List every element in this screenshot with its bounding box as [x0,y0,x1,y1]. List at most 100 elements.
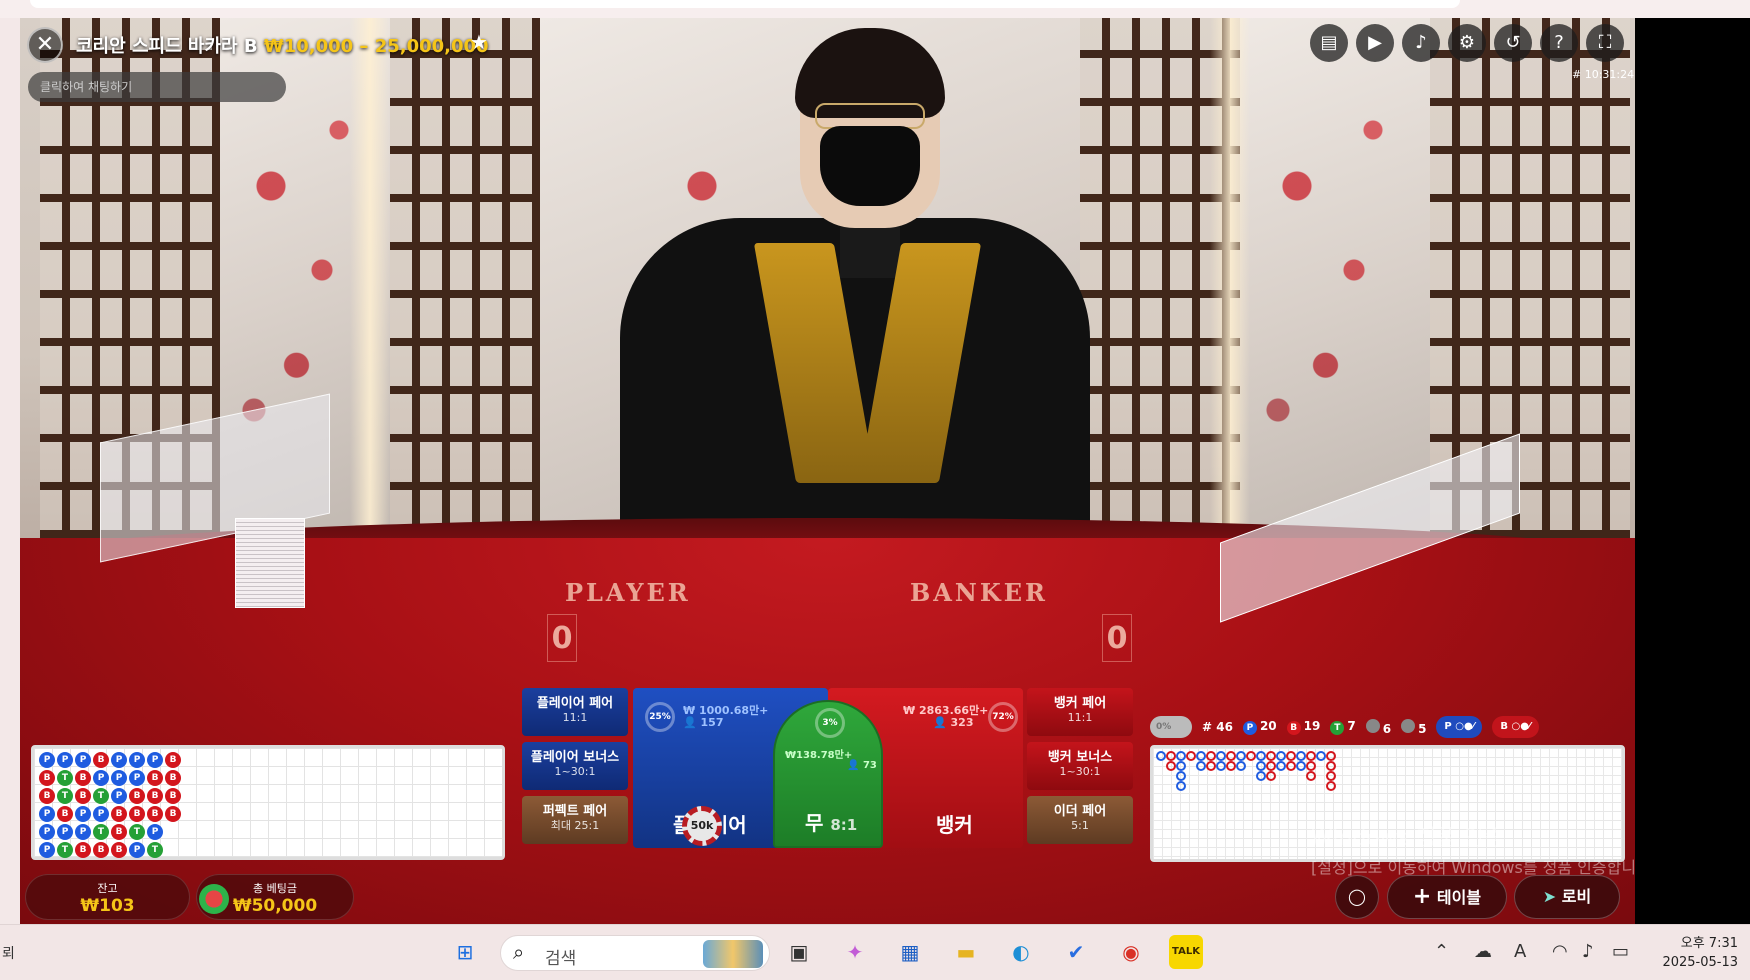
big-road-mark [1326,781,1336,791]
task-view-icon[interactable]: ▣ [782,935,816,969]
banker-bonus-bet[interactable]: 뱅커 보너스 1~30:1 [1027,742,1133,790]
clock-time: 오후 7:31 [1680,936,1738,951]
bead-road-cell: P [129,752,145,768]
chat-icon[interactable]: ▤ [1310,24,1348,62]
bead-road-cell: T [129,824,145,840]
bead-road-cell: T [57,842,73,858]
bead-road-cell: B [111,824,127,840]
todo-icon[interactable]: ✔ [1059,935,1093,969]
player-dot-icon: P [1242,721,1257,735]
round-count: # 46 [1202,720,1233,734]
fullscreen-icon[interactable]: ⛶ [1586,24,1624,62]
road-toggle[interactable]: 0% [1150,716,1192,738]
felt-banker-word: BANKER [910,578,1048,607]
tie-bet-label: 무 8:1 [805,807,857,836]
bead-road-cell: P [39,824,55,840]
copilot-icon[interactable]: ✦ [838,935,872,969]
file-explorer-icon[interactable]: ▬ [949,935,983,969]
bead-road-cell: P [93,806,109,822]
either-pair-bet[interactable]: 이더 페어 5:1 [1027,796,1133,844]
activation-watermark-title: Windows 정품 인증 [1311,826,1505,851]
bead-road-cell: T [93,788,109,804]
chat-bubble-button[interactable]: ◯ [1335,875,1379,919]
tray-chevron-icon[interactable]: ⌃ [1434,941,1449,962]
chrome-icon[interactable]: ◉ [1114,935,1148,969]
chat-input[interactable]: 클릭하여 채팅하기 [28,72,286,102]
bead-road-cell: P [129,770,145,786]
dealer-mask [820,126,920,206]
big-road-mark [1216,751,1226,761]
big-road-mark [1296,751,1306,761]
tie-bet-count-value: 73 [862,760,877,771]
taskbar-search[interactable]: ⌕ 검색 [500,935,770,971]
lobby-button[interactable]: ➤ 로비 [1514,875,1620,919]
bead-road-cell: B [165,752,181,768]
bead-road-cell: B [129,788,145,804]
tie-bet-amount: ₩138.78만+ [785,750,853,761]
bead-road-cell: T [147,842,163,858]
big-road-mark [1306,751,1316,761]
player-predict-button[interactable]: P ○●⁄ [1436,716,1483,738]
bead-road-cell: B [111,842,127,858]
light-strip [1210,18,1250,578]
taskbar-clock[interactable]: 오후 7:31 2025-05-13 [1650,934,1738,972]
bead-road-cell: P [111,788,127,804]
start-icon[interactable]: ⊞ [448,935,482,969]
settings-icon[interactable]: ⚙ [1448,24,1486,62]
big-road-mark [1306,761,1316,771]
banker-percent: 72% [988,702,1018,732]
banker-bet-label: 뱅커 [936,813,973,837]
player-bet-count: 👤 157 [683,716,724,729]
banker-bonus-label: 뱅커 보너스 [1047,750,1113,765]
plus-icon: + [1412,884,1432,909]
tie-wins-value: 7 [1347,719,1356,733]
table-button[interactable]: + 테이블 [1387,875,1507,919]
bead-road-cell: P [39,752,55,768]
close-button[interactable]: ✕ [27,27,63,63]
wifi-icon[interactable]: ◠ [1552,941,1568,962]
perfect-pair-label: 퍼펙트 페어 [542,804,608,819]
player-pair-bet[interactable]: 플레이어 페어 11:1 [522,688,628,736]
big-road-mark [1166,761,1176,771]
ime-icon[interactable]: A [1514,941,1526,962]
onedrive-icon[interactable]: ☁ [1474,941,1492,962]
bead-road-cell: P [93,770,109,786]
bead-road-cell: P [75,824,91,840]
table-button-label: 테이블 [1436,888,1482,907]
help-icon[interactable]: ? [1540,24,1578,62]
store-icon[interactable]: ▦ [893,935,927,969]
banker-wins: B 19 [1286,719,1320,735]
bead-road-cell: B [75,788,91,804]
tie-bet-count: 👤 73 [847,760,877,771]
placed-chip[interactable]: 50k [682,806,722,846]
banker-pair-odds: 11:1 [1067,711,1093,724]
sound-icon[interactable]: ♪ [1402,24,1440,62]
tie-bet[interactable]: 3% ₩138.78만+ 👤 73 무 8:1 [773,700,883,848]
player-bonus-bet[interactable]: 플레이어 보너스 1~30:1 [522,742,628,790]
big-road-mark [1326,751,1336,761]
kakaotalk-icon[interactable]: TALK [1169,935,1203,969]
big-road-mark [1246,751,1256,761]
banker-pair-bet[interactable]: 뱅커 페어 11:1 [1027,688,1133,736]
battery-icon[interactable]: ▭ [1612,941,1629,962]
player-predict-label: P [1444,721,1452,732]
lattice-panel [390,18,540,578]
video-icon[interactable]: ▶ [1356,24,1394,62]
bead-road-cell: P [75,752,91,768]
lobby-button-label: 로비 [1561,887,1592,906]
bead-road-cell: B [75,842,91,858]
player-percent: 25% [645,702,675,732]
big-road-mark [1206,751,1216,761]
banker-predict-button[interactable]: B ○●⁄ [1492,716,1539,738]
favorite-star-icon[interactable]: ★ [470,30,488,54]
bead-road-cell: T [57,788,73,804]
perfect-pair-bet[interactable]: 퍼펙트 페어 최대 25:1 [522,796,628,844]
edge-icon[interactable]: ◐ [1004,935,1038,969]
bead-road[interactable]: PBBPPPPTTBPTPBBPPBBPTPTBPPPBBBPPBBTPPBBB… [31,745,505,860]
big-road-mark [1216,761,1226,771]
bead-road-cell: B [147,806,163,822]
big-road-mark [1166,751,1176,761]
history-icon[interactable]: ↺ [1494,24,1532,62]
volume-icon[interactable]: ♪ [1582,941,1594,962]
banker-bonus-odds: 1~30:1 [1059,765,1101,778]
